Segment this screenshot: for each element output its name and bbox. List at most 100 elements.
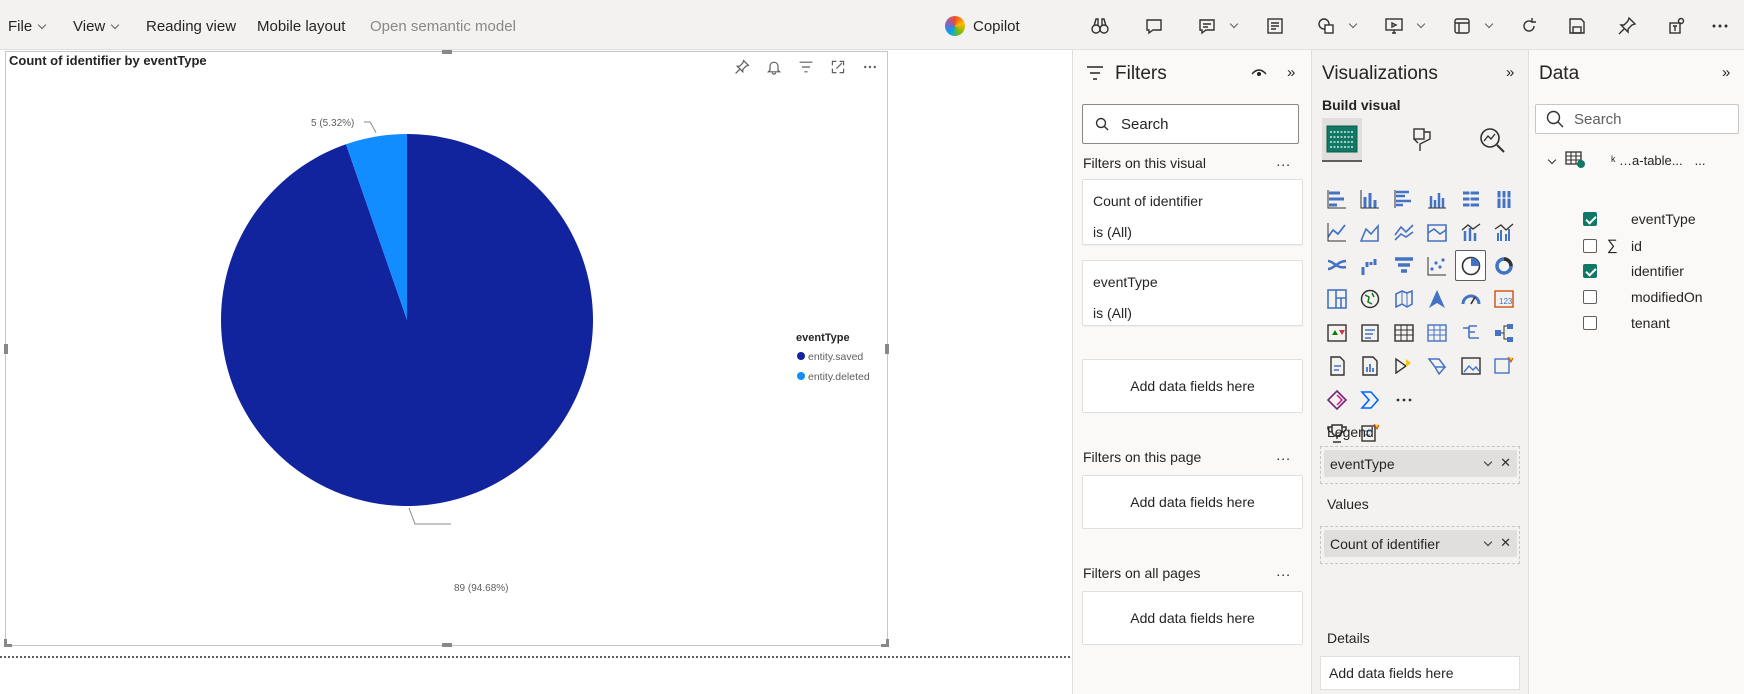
line-stacked-column-icon[interactable] [1455, 217, 1486, 248]
field-tenant[interactable]: tenant [1583, 315, 1670, 331]
field-id[interactable]: ∑ id [1583, 237, 1642, 254]
reading-view-button[interactable]: Reading view [146, 18, 236, 35]
clustered-bar-chart-icon[interactable] [1388, 183, 1419, 214]
remove-field-icon[interactable]: ✕ [1500, 535, 1511, 551]
pie-chart-visual[interactable]: Count of identifier by eventType 5 (5.32… [4, 50, 889, 647]
analytics-tab[interactable] [1472, 118, 1512, 162]
notes-icon[interactable] [1264, 15, 1286, 37]
100-stacked-bar-icon[interactable] [1455, 183, 1486, 214]
table-icon[interactable] [1388, 317, 1419, 348]
format-visual-tab[interactable] [1402, 118, 1442, 162]
slicer-icon[interactable] [1355, 317, 1386, 348]
stacked-area-chart-icon[interactable] [1388, 217, 1419, 248]
legend-field-chip[interactable]: eventType ✕ [1324, 450, 1517, 477]
card-icon[interactable]: 123 [1489, 284, 1520, 315]
table-node[interactable]: ᵏ …a-table... ... [1547, 151, 1706, 169]
chevron-down-icon[interactable] [1348, 19, 1358, 29]
map-icon[interactable] [1355, 284, 1386, 315]
more-options-icon[interactable]: ... [1276, 447, 1291, 463]
power-apps-diamond-icon[interactable] [1321, 384, 1352, 415]
more-options-icon[interactable]: ... [1276, 563, 1291, 579]
mobile-layout-button[interactable]: Mobile layout [257, 18, 345, 35]
more-options-icon[interactable]: ... [1276, 153, 1291, 169]
build-visual-tab[interactable] [1322, 118, 1362, 162]
stacked-column-chart-icon[interactable] [1355, 183, 1386, 214]
smart-narrative-icon[interactable] [1196, 15, 1218, 37]
pie-chart-icon[interactable] [1455, 250, 1486, 281]
data-search-input[interactable]: Search [1535, 104, 1739, 134]
filter-card-count-of-identifier[interactable]: Count of identifier is (All) [1082, 179, 1303, 245]
kpi-icon[interactable] [1321, 317, 1352, 348]
chevron-down-icon[interactable] [1483, 457, 1493, 467]
clustered-column-chart-icon[interactable] [1422, 183, 1453, 214]
ribbon-chart-icon[interactable] [1321, 250, 1352, 281]
file-menu[interactable]: File [8, 18, 47, 35]
decomposition-tree-icon[interactable] [1455, 317, 1486, 348]
filters-search-input[interactable]: Search [1082, 104, 1299, 144]
area-chart-icon[interactable] [1355, 217, 1386, 248]
field-checkbox[interactable] [1583, 316, 1597, 330]
more-icon[interactable] [1709, 15, 1731, 37]
power-automate-flow-icon[interactable] [1355, 384, 1386, 415]
paginated-visual-icon[interactable] [1355, 351, 1386, 382]
collapse-visualizations-icon[interactable]: » [1506, 64, 1514, 81]
open-semantic-model-button[interactable]: Open semantic model [370, 18, 516, 35]
legend-item-entity-saved[interactable]: entity.saved [808, 351, 863, 363]
remove-field-icon[interactable]: ✕ [1500, 455, 1511, 471]
pin-icon[interactable] [1616, 15, 1638, 37]
funnel-chart-icon[interactable] [1388, 250, 1419, 281]
field-checkbox[interactable] [1583, 264, 1597, 278]
filled-map-icon[interactable] [1388, 284, 1419, 315]
collapse-filters-icon[interactable]: » [1287, 64, 1295, 81]
view-menu[interactable]: View [73, 18, 120, 35]
resize-handle[interactable] [881, 639, 889, 647]
waterfall-chart-icon[interactable] [1355, 250, 1386, 281]
save-icon[interactable] [1566, 15, 1588, 37]
resize-handle[interactable] [4, 344, 8, 354]
refresh-icon[interactable] [1518, 15, 1540, 37]
ai-narrative-icon[interactable] [1489, 351, 1520, 382]
key-influencers-icon[interactable] [1489, 317, 1520, 348]
field-modifiedon[interactable]: modifiedOn [1583, 289, 1703, 305]
scatter-chart-icon[interactable] [1422, 250, 1453, 281]
image-icon[interactable] [1455, 351, 1486, 382]
eye-icon[interactable] [1251, 68, 1267, 80]
shapes-icon[interactable] [1315, 15, 1337, 37]
more-options-icon[interactable]: ... [1695, 153, 1706, 168]
teams-icon[interactable] [1667, 15, 1689, 37]
add-page-filter-drop-zone[interactable]: Add data fields here [1082, 475, 1303, 529]
collapse-data-icon[interactable]: » [1722, 64, 1730, 81]
paginated-report-icon[interactable] [1321, 351, 1352, 382]
add-all-pages-filter-drop-zone[interactable]: Add data fields here [1082, 591, 1303, 645]
azure-map-icon[interactable] [1422, 284, 1453, 315]
100-stacked-column-icon[interactable] [1489, 183, 1520, 214]
more-visuals-icon[interactable] [1388, 384, 1419, 415]
gauge-icon[interactable] [1455, 284, 1486, 315]
chevron-down-icon[interactable] [1483, 537, 1493, 547]
filter-card-eventtype[interactable]: eventType is (All) [1082, 260, 1303, 326]
field-identifier[interactable]: identifier [1583, 263, 1684, 279]
treemap-icon[interactable] [1321, 284, 1352, 315]
power-automate-icon[interactable] [1422, 351, 1453, 382]
details-drop-zone[interactable]: Add data fields here [1320, 656, 1520, 690]
power-apps-icon[interactable] [1388, 351, 1419, 382]
field-checkbox[interactable] [1583, 238, 1597, 253]
copilot-button[interactable]: Copilot [945, 16, 1020, 36]
present-icon[interactable] [1383, 15, 1405, 37]
resize-handle[interactable] [442, 643, 452, 647]
resize-handle[interactable] [442, 50, 452, 54]
chevron-down-icon[interactable] [1547, 155, 1557, 165]
matrix-icon[interactable] [1422, 317, 1453, 348]
binoculars-icon[interactable] [1089, 15, 1111, 37]
donut-chart-icon[interactable] [1489, 250, 1520, 281]
add-visual-filter-drop-zone[interactable]: Add data fields here [1082, 359, 1303, 413]
values-field-chip[interactable]: Count of identifier ✕ [1324, 530, 1517, 557]
line-chart-icon[interactable] [1321, 217, 1352, 248]
view-icon[interactable] [1451, 15, 1473, 37]
legend-item-entity-deleted[interactable]: entity.deleted [808, 371, 870, 383]
field-checkbox[interactable] [1583, 290, 1597, 304]
pie-slice-entity-saved[interactable] [221, 134, 594, 507]
field-eventtype[interactable]: eventType [1583, 211, 1696, 227]
chevron-down-icon[interactable] [1484, 19, 1494, 29]
resize-handle[interactable] [4, 639, 12, 647]
